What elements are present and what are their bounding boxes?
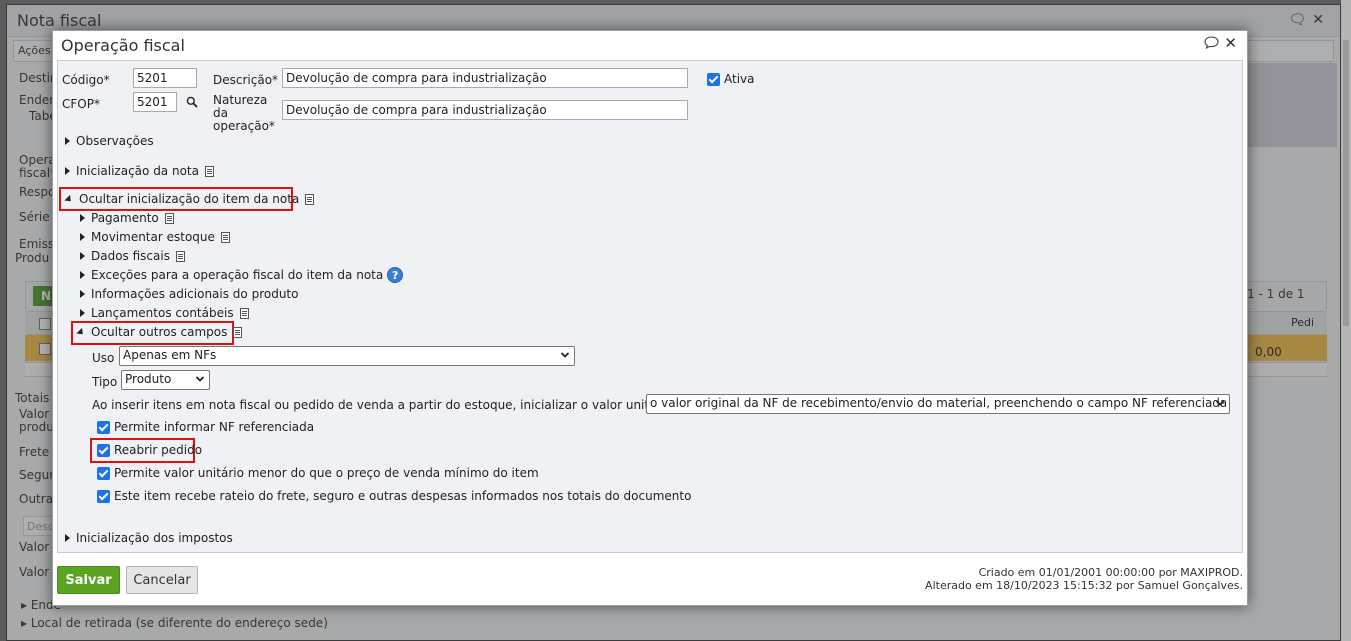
expand-arrow-icon [80,252,85,260]
descricao-input[interactable]: Devolução de compra para industrializaçã… [282,68,688,88]
expand-arrow-icon [65,137,70,145]
uso-select[interactable]: Apenas em NFs [119,346,575,366]
permite-nf-referenciada-label: Permite informar NF referenciada [114,420,315,434]
section-ocultar-outros-campos[interactable]: Ocultar outros campos [76,325,243,339]
tipo-label: Tipo [92,375,118,389]
section-excecoes[interactable]: Exceções para a operação fiscal do item … [80,267,404,283]
tipo-select[interactable]: Produto [121,370,210,390]
help-icon[interactable]: ? [387,267,404,283]
section-label: Ocultar inicialização do item da nota [79,192,300,206]
natureza-input[interactable]: Devolução de compra para industrializaçã… [282,100,688,120]
reabrir-pedido-label: Reabrir pedido [114,443,203,457]
checkbox-checked-icon [707,72,720,86]
cfop-input[interactable]: 5201 [133,92,177,112]
section-inicializacao-impostos[interactable]: Inicialização dos impostos [65,531,233,545]
section-label: Lançamentos contábeis [91,306,234,320]
collapse-arrow-icon [76,327,86,337]
checkbox-checked-icon [97,443,110,457]
uso-label: Uso [92,351,115,365]
section-label: Movimentar estoque [91,230,215,244]
section-label: Dados fiscais [91,249,170,263]
document-icon[interactable] [164,212,174,224]
valor-unitario-select[interactable]: o valor original da NF de recebimento/en… [646,394,1230,414]
section-movimentar-estoque[interactable]: Movimentar estoque [80,230,230,244]
document-icon[interactable] [233,326,243,338]
expand-arrow-icon [80,271,85,279]
reabrir-pedido-checkbox[interactable]: Reabrir pedido [97,443,202,457]
section-label: Exceções para a operação fiscal do item … [91,268,384,282]
section-pagamento[interactable]: Pagamento [80,211,174,225]
section-label: Pagamento [91,211,159,225]
expand-arrow-icon [65,534,70,542]
cfop-label: CFOP* [62,97,100,111]
natureza-label-line1: Natureza [213,93,268,107]
search-icon[interactable] [186,96,198,108]
descricao-label: Descrição* [213,73,279,87]
uso-selected-value: Apenas em NFs [123,348,217,362]
document-icon[interactable] [204,165,214,177]
document-icon[interactable] [220,231,230,243]
valor-unitario-selected-value: o valor original da NF de recebimento/en… [650,396,1226,410]
permite-nf-referenciada-checkbox[interactable]: Permite informar NF referenciada [97,420,314,434]
chat-icon[interactable] [1204,36,1219,49]
expand-arrow-icon [80,290,85,298]
section-label: Inicialização dos impostos [76,531,233,545]
document-icon[interactable] [175,250,185,262]
dialog-title: Operação fiscal [61,36,185,55]
ativa-label: Ativa [724,72,755,86]
checkbox-checked-icon [97,489,110,503]
valor-unitario-menor-checkbox[interactable]: Permite valor unitário menor do que o pr… [97,466,539,480]
expand-arrow-icon [80,309,85,317]
operacao-fiscal-dialog: Operação fiscal ✕ Código* 5201 CFOP* 520… [52,30,1248,606]
document-icon[interactable] [305,193,315,205]
dialog-titlebar: Operação fiscal ✕ [53,31,1247,59]
natureza-label-line3: operação* [213,119,275,133]
valor-unitario-menor-label: Permite valor unitário menor do que o pr… [114,466,539,480]
rateio-frete-label: Este item recebe rateio do frete, seguro… [114,489,692,503]
valor-unitario-label: Ao inserir itens em nota fiscal ou pedid… [92,398,706,412]
ativa-checkbox[interactable]: Ativa [707,72,755,86]
section-ocultar-item-nota[interactable]: Ocultar inicialização do item da nota [64,192,315,206]
section-lancamentos-contabeis[interactable]: Lançamentos contábeis [80,306,249,320]
cancel-button[interactable]: Cancelar [126,566,198,594]
document-icon[interactable] [239,307,249,319]
section-label: Informações adicionais do produto [91,287,299,301]
section-observacoes[interactable]: Observações [65,134,154,148]
expand-arrow-icon [65,167,70,175]
collapse-arrow-icon [64,194,74,204]
expand-arrow-icon [80,214,85,222]
section-inicializacao-nota[interactable]: Inicialização da nota [65,164,214,178]
rateio-frete-checkbox[interactable]: Este item recebe rateio do frete, seguro… [97,489,691,503]
expand-arrow-icon [80,233,85,241]
section-informacoes-adicionais[interactable]: Informações adicionais do produto [80,287,298,301]
chevron-down-icon [195,376,205,382]
section-dados-fiscais[interactable]: Dados fiscais [80,249,185,263]
chevron-down-icon [560,352,570,358]
close-icon[interactable]: ✕ [1224,34,1237,52]
checkbox-checked-icon [97,466,110,480]
chevron-down-icon [1215,400,1225,406]
codigo-label: Código* [62,73,110,87]
section-label: Inicialização da nota [76,164,199,178]
save-button[interactable]: Salvar [57,566,120,594]
codigo-input[interactable]: 5201 [133,68,197,88]
section-label: Ocultar outros campos [91,325,228,339]
updated-info: Alterado em 18/10/2023 15:15:32 por Samu… [925,579,1243,592]
created-info: Criado em 01/01/2001 00:00:00 por MAXIPR… [978,566,1243,579]
tipo-selected-value: Produto [125,372,172,386]
checkbox-checked-icon [97,420,110,434]
dialog-body: Código* 5201 CFOP* 5201 Descrição* Devol… [57,60,1243,553]
section-label: Observações [76,134,154,148]
natureza-label-line2: da [213,106,228,120]
